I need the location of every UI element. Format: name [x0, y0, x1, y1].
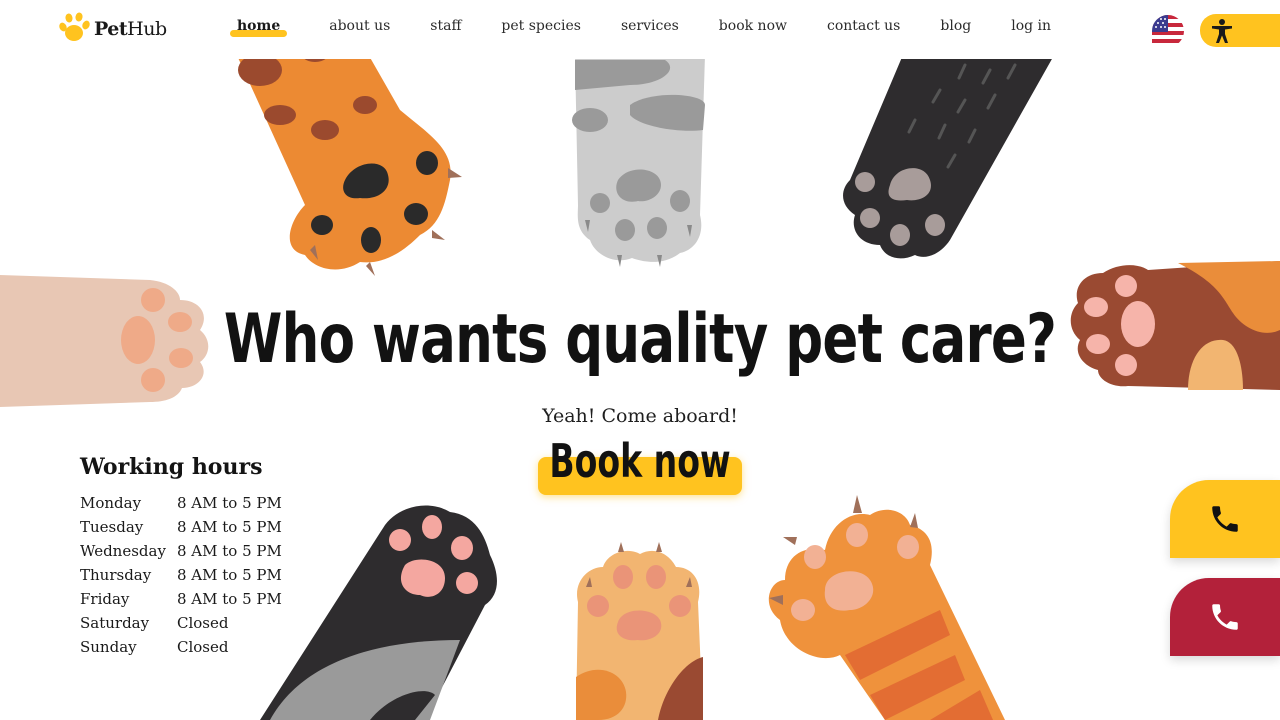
hours-day: Sunday: [80, 638, 137, 656]
us-flag-icon[interactable]: [1152, 15, 1184, 47]
hours-day: Saturday: [80, 614, 150, 632]
hours-row: Friday 8 AM to 5 PM: [80, 587, 282, 611]
hero-title: Who wants quality pet care?: [223, 300, 1057, 379]
main-nav: home about us staff pet species services…: [228, 18, 1091, 37]
accessibility-icon: [1212, 19, 1232, 43]
hours-time: 8 AM to 5 PM: [177, 542, 282, 560]
grey-cat-paw-illustration: [572, 55, 705, 267]
hours-day: Friday: [80, 590, 130, 608]
nav-item-log-in[interactable]: log in: [1011, 18, 1051, 34]
hours-time: Closed: [177, 614, 229, 632]
hours-day: Monday: [80, 494, 142, 512]
nav-item-pet-species[interactable]: pet species: [501, 18, 581, 34]
hours-row: Monday 8 AM to 5 PM: [80, 491, 282, 515]
hours-time: Closed: [177, 638, 229, 656]
nav-item-about-us[interactable]: about us: [329, 18, 390, 34]
hours-time: 8 AM to 5 PM: [177, 590, 282, 608]
peach-cat-paw-illustration: [576, 542, 703, 720]
hours-day: Wednesday: [80, 542, 166, 560]
logo[interactable]: PetHub: [58, 12, 167, 46]
emergency-call-button[interactable]: [1170, 578, 1280, 656]
hours-row: Wednesday 8 AM to 5 PM: [80, 539, 282, 563]
hours-row: Tuesday 8 AM to 5 PM: [80, 515, 282, 539]
orange-cat-paw-illustration: [230, 40, 462, 276]
hours-day: Thursday: [80, 566, 152, 584]
hours-day: Tuesday: [80, 518, 144, 536]
paw-icon: [58, 12, 90, 46]
nav-item-home[interactable]: home: [228, 18, 289, 37]
hours-time: 8 AM to 5 PM: [177, 518, 282, 536]
book-now-button[interactable]: [538, 457, 742, 495]
working-hours-title: Working hours: [80, 454, 263, 480]
hours-time: 8 AM to 5 PM: [177, 566, 282, 584]
black-grey-paw-illustration: [260, 505, 497, 720]
nav-item-blog[interactable]: blog: [940, 18, 971, 34]
logo-text: PetHub: [94, 18, 167, 40]
hours-row: Sunday Closed: [80, 635, 282, 659]
phone-icon: [1212, 506, 1238, 532]
nav-item-book-now[interactable]: book now: [719, 18, 787, 34]
call-button[interactable]: [1170, 480, 1280, 558]
hours-row: Saturday Closed: [80, 611, 282, 635]
black-cat-paw-illustration: [843, 50, 1057, 259]
phone-icon: [1212, 604, 1238, 630]
orange-striped-paw-illustration: [768, 495, 1005, 720]
working-hours: Working hours Monday 8 AM to 5 PM Tuesday…: [80, 454, 282, 659]
nav-item-staff[interactable]: staff: [430, 18, 461, 34]
site-header: PetHub home about us staff pet species s…: [0, 0, 1280, 59]
hero-subtitle: Yeah! Come aboard!: [542, 405, 738, 427]
nav-item-services[interactable]: services: [621, 18, 679, 34]
hours-row: Thursday 8 AM to 5 PM: [80, 563, 282, 587]
nav-item-contact-us[interactable]: contact us: [827, 18, 900, 34]
hours-time: 8 AM to 5 PM: [177, 494, 282, 512]
accessibility-button[interactable]: [1200, 14, 1280, 47]
